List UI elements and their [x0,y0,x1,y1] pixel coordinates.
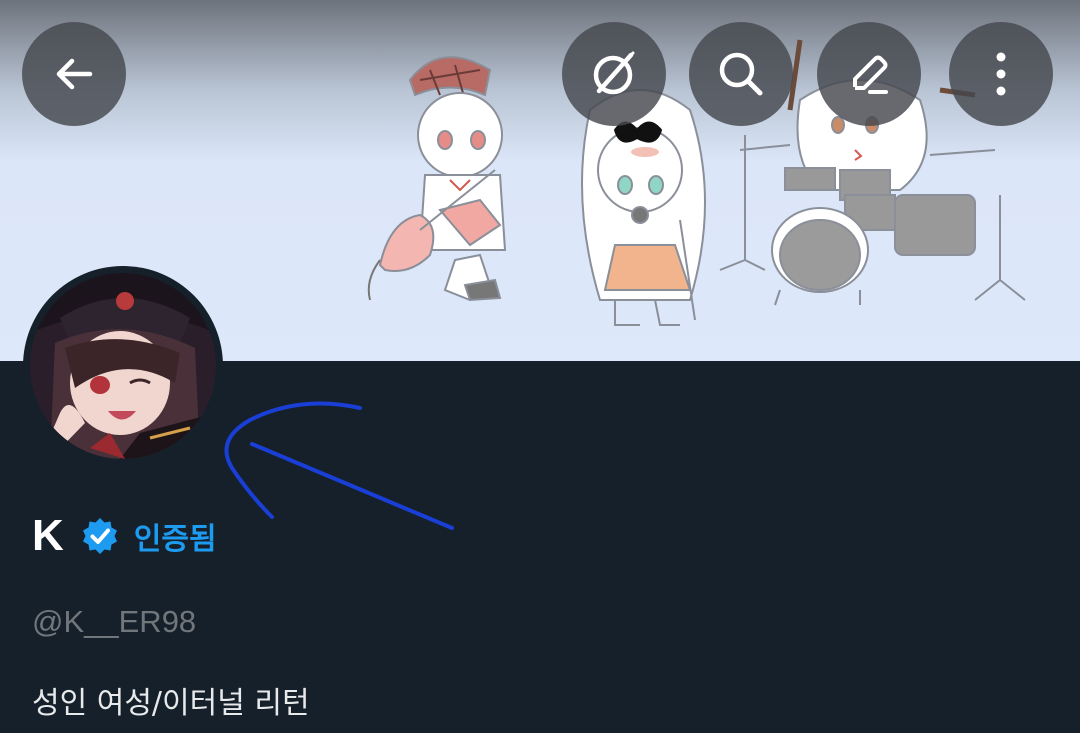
profile-name-row: K 인증됨 [32,508,217,564]
edit-icon [842,47,896,101]
search-icon [714,47,768,101]
verified-label[interactable]: 인증됨 [134,514,217,558]
grok-icon [587,47,641,101]
profile-avatar[interactable] [23,266,223,466]
more-vertical-icon [991,49,1011,99]
edit-profile-button[interactable] [817,22,921,126]
profile-bio: 성인 여성/이터널 리턴 [32,686,310,721]
user-handle: @K__ER98 [32,604,197,639]
search-button[interactable] [689,22,793,126]
display-name: K [32,511,64,560]
avatar-image [30,273,216,459]
more-options-button[interactable] [949,22,1053,126]
back-button[interactable] [22,22,126,126]
verified-badge-icon[interactable] [80,516,120,556]
grok-button[interactable] [562,22,666,126]
arrow-left-icon [50,50,98,98]
